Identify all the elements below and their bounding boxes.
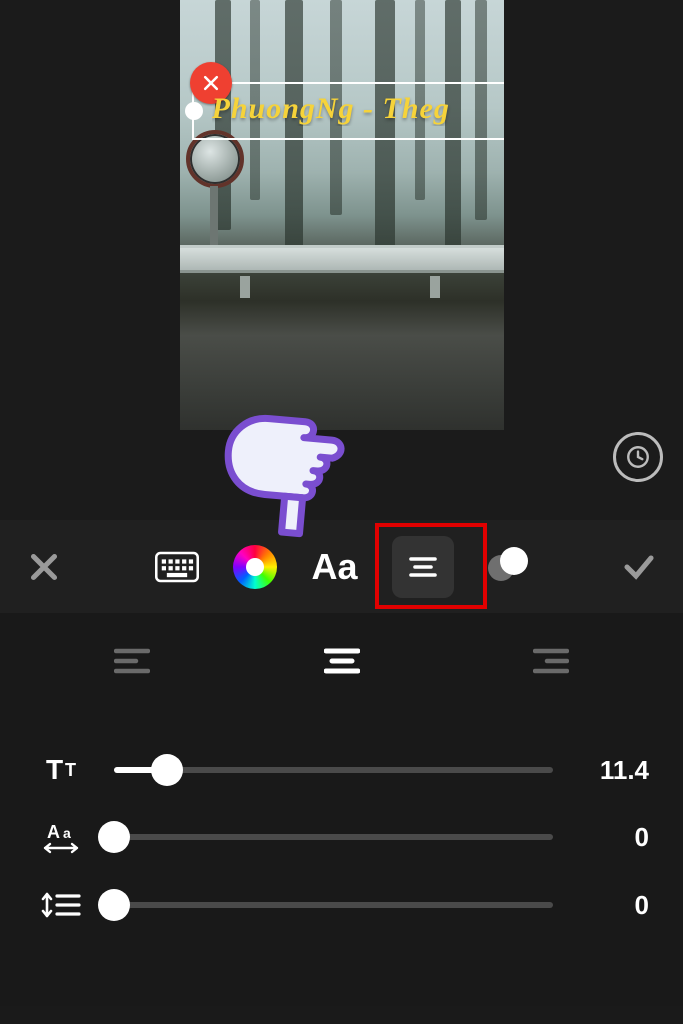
alignment-options — [34, 647, 649, 720]
slider-thumb[interactable] — [151, 754, 183, 786]
alignment-panel: TT 11.4 A a 0 — [0, 613, 683, 1006]
line-height-icon — [34, 888, 88, 922]
clock-icon — [625, 444, 651, 470]
toolbar-tools: Aa — [155, 536, 527, 598]
overlay-text[interactable]: PhuongNg - Theg — [212, 92, 504, 126]
letter-spacing-value: 0 — [579, 822, 649, 853]
video-canvas[interactable]: PhuongNg - Theg — [180, 0, 504, 430]
align-left-icon — [114, 647, 150, 675]
background-scene — [180, 0, 504, 430]
confirm-button[interactable] — [617, 545, 661, 589]
line-height-slider[interactable] — [114, 902, 553, 908]
close-icon — [26, 549, 62, 585]
text-size-row: TT 11.4 — [34, 754, 649, 786]
align-right-option[interactable] — [533, 647, 569, 680]
editor-stage: PhuongNg - Theg — [0, 0, 683, 520]
text-overlay-box[interactable]: PhuongNg - Theg — [192, 82, 504, 140]
text-size-icon: TT — [34, 754, 88, 786]
align-right-icon — [533, 647, 569, 675]
align-left-option[interactable] — [114, 647, 150, 680]
align-button[interactable] — [392, 536, 454, 598]
close-icon — [201, 73, 221, 93]
cancel-button[interactable] — [22, 545, 66, 589]
line-height-value: 0 — [579, 890, 649, 921]
scene-guardrail — [180, 245, 504, 273]
letter-spacing-icon: A a — [34, 820, 88, 854]
slider-thumb[interactable] — [98, 821, 130, 853]
letter-spacing-row: A a 0 — [34, 820, 649, 854]
line-height-row: 0 — [34, 888, 649, 922]
text-size-value: 11.4 — [579, 755, 649, 786]
duration-button[interactable] — [613, 432, 663, 482]
checkmark-icon — [621, 549, 657, 585]
letter-spacing-slider[interactable] — [114, 834, 553, 840]
align-center-icon — [324, 647, 360, 675]
keyboard-icon — [155, 547, 199, 587]
opacity-button[interactable] — [488, 547, 528, 587]
text-size-slider[interactable] — [114, 767, 553, 773]
font-button[interactable]: Aa — [311, 546, 357, 588]
color-button[interactable] — [233, 545, 277, 589]
align-center-option[interactable] — [324, 647, 360, 680]
text-toolbar: Aa — [0, 520, 683, 613]
keyboard-button[interactable] — [155, 545, 199, 589]
align-center-icon — [408, 555, 438, 579]
svg-text:A: A — [47, 822, 60, 842]
svg-text:a: a — [63, 825, 71, 841]
slider-thumb[interactable] — [98, 889, 130, 921]
resize-handle[interactable] — [185, 102, 203, 120]
